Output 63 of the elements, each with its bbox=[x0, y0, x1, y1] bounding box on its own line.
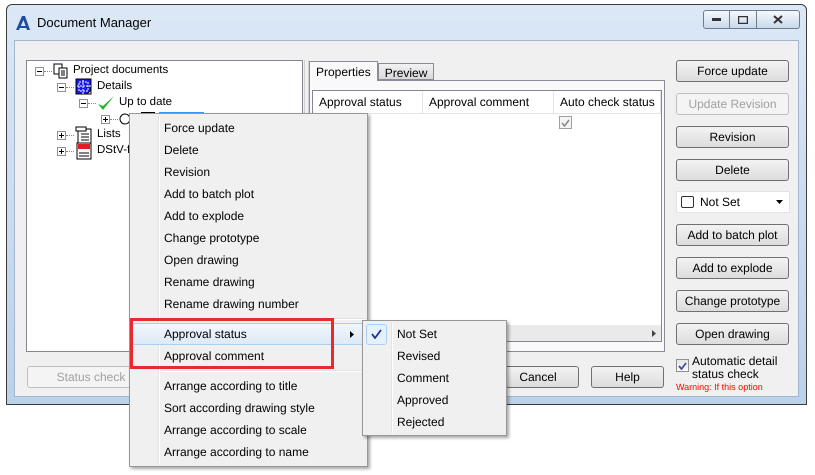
checkbox[interactable] bbox=[676, 359, 689, 372]
minimize-icon bbox=[712, 18, 721, 22]
menu-item[interactable]: Arrange according to scale bbox=[132, 419, 365, 441]
tab[interactable]: Preview bbox=[378, 63, 434, 80]
tree-item[interactable]: Project documents bbox=[72, 62, 170, 80]
menu-item[interactable]: Approved bbox=[365, 389, 504, 411]
dialog-button[interactable]: Force update bbox=[676, 60, 789, 82]
dialog-button[interactable]: Delete bbox=[676, 159, 789, 181]
warning-text: Warning: If this option bbox=[676, 382, 764, 392]
close-button[interactable] bbox=[757, 10, 800, 29]
clipboard-icon bbox=[75, 126, 93, 144]
dialog-button[interactable]: Add to batch plot bbox=[676, 224, 789, 246]
checkbox[interactable] bbox=[559, 116, 572, 129]
collapse-icon[interactable] bbox=[57, 82, 66, 92]
submenu-arrow-icon bbox=[350, 330, 354, 338]
menu-item[interactable]: Not Set bbox=[365, 323, 504, 345]
menu-item[interactable]: Sort according drawing style bbox=[132, 397, 365, 419]
blueprint-icon bbox=[75, 78, 93, 96]
caret-icon[interactable] bbox=[776, 200, 783, 204]
menu-item[interactable]: Rejected bbox=[365, 411, 504, 433]
tree-item[interactable]: Lists bbox=[96, 126, 122, 144]
check-mark-icon bbox=[366, 324, 387, 344]
menu-item[interactable]: Force update bbox=[132, 117, 365, 139]
column-header[interactable]: Approval comment bbox=[423, 91, 554, 113]
menu-item[interactable]: Open drawing bbox=[132, 249, 365, 271]
menu-item[interactable]: Add to explode bbox=[132, 205, 365, 227]
close-icon bbox=[773, 15, 783, 24]
dialog-button[interactable]: Open drawing bbox=[676, 323, 789, 345]
dialog-button[interactable]: Revision bbox=[676, 126, 789, 148]
expand-icon[interactable] bbox=[57, 146, 66, 156]
menu-item[interactable]: Delete bbox=[132, 139, 365, 161]
menu-item[interactable]: Revised bbox=[365, 345, 504, 367]
expand-icon[interactable] bbox=[57, 130, 66, 140]
tree-item[interactable]: Up to date bbox=[118, 94, 174, 112]
menu-item[interactable]: Arrange according to name bbox=[132, 441, 365, 463]
collapse-icon[interactable] bbox=[35, 66, 44, 76]
checkbox-label: Automatic detail status check bbox=[692, 355, 778, 381]
dropdown-value: Not Set bbox=[700, 194, 740, 211]
menu-item[interactable]: Rename drawing number bbox=[132, 293, 365, 315]
column-header[interactable]: Auto check status bbox=[554, 91, 661, 113]
app-logo-icon bbox=[15, 14, 31, 30]
menu-item[interactable]: Approval status bbox=[132, 323, 365, 345]
menu-item[interactable]: Rename drawing bbox=[132, 271, 365, 293]
dialog-button[interactable]: Change prototype bbox=[676, 290, 789, 312]
dialog-button[interactable]: Help bbox=[591, 366, 664, 388]
scroll-right-icon[interactable] bbox=[652, 330, 656, 336]
tree-item[interactable]: Details bbox=[96, 78, 134, 96]
documents-icon bbox=[53, 63, 69, 79]
menu-item[interactable]: Change prototype bbox=[132, 227, 365, 249]
minimize-button[interactable] bbox=[703, 10, 730, 29]
dialog-button[interactable]: Add to explode bbox=[676, 257, 789, 279]
tab[interactable]: Properties bbox=[309, 61, 378, 81]
checkmark-icon bbox=[97, 95, 115, 111]
collapse-icon[interactable] bbox=[79, 98, 88, 108]
expand-icon[interactable] bbox=[101, 114, 110, 124]
status-dropdown[interactable]: Not Set bbox=[676, 191, 790, 213]
maximize-button[interactable] bbox=[730, 10, 757, 29]
menu-item[interactable]: Revision bbox=[132, 161, 365, 183]
maximize-icon bbox=[738, 16, 748, 24]
menu-item[interactable]: Add to batch plot bbox=[132, 183, 365, 205]
window-title: Document Manager bbox=[37, 14, 152, 32]
document-icon bbox=[75, 142, 93, 160]
tree-item[interactable]: DStV-f bbox=[96, 142, 132, 160]
